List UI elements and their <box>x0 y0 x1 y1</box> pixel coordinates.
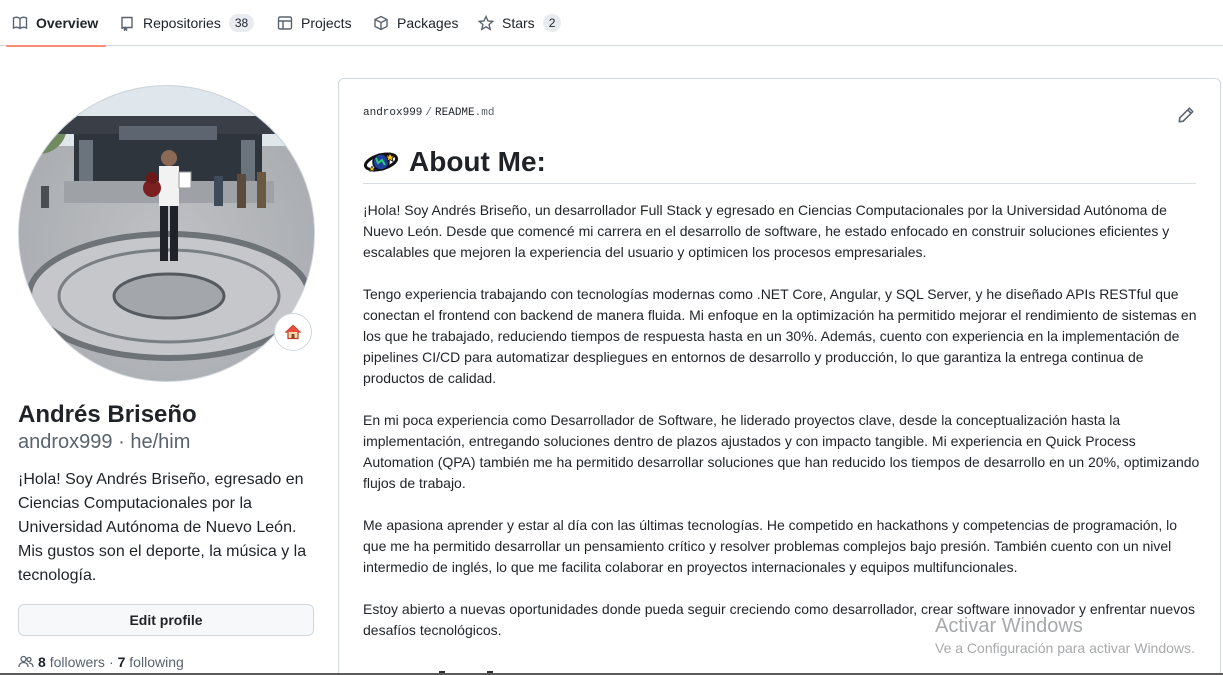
people-icon <box>18 655 34 668</box>
profile-pronouns: he/him <box>130 431 191 453</box>
tab-stars[interactable]: Stars 2 <box>478 0 562 46</box>
readme-file-ext: .md <box>474 107 495 119</box>
tab-repositories-label: Repositories <box>143 15 221 31</box>
followers-label: followers <box>49 654 105 670</box>
table-icon <box>277 16 293 30</box>
follow-separator: · <box>108 654 114 670</box>
tab-stars-label: Stars <box>502 15 535 31</box>
readme-owner-link[interactable]: androx999 <box>363 107 422 119</box>
readme-path: androx999/README.md <box>363 107 494 119</box>
following-link[interactable]: 7 following <box>118 654 184 670</box>
tab-repositories[interactable]: Repositories 38 <box>119 0 255 46</box>
repo-icon <box>121 16 133 31</box>
path-separator: / <box>425 107 433 119</box>
repositories-count-badge: 38 <box>228 14 255 32</box>
status-button[interactable] <box>274 313 312 351</box>
readme-filename[interactable]: README <box>435 107 475 119</box>
star-icon <box>478 15 494 31</box>
readme-paragraph: Estoy abierto a nuevas oportunidades don… <box>363 601 1195 638</box>
profile-username-line: androx999 · he/him <box>18 430 190 454</box>
profile-fullname: Andrés Briseño <box>18 401 197 428</box>
readme-card: androx999/README.md About Me: ¡Hola! Soy… <box>338 78 1221 675</box>
readme-heading: About Me: <box>363 141 1196 184</box>
edit-profile-button[interactable]: Edit profile <box>18 604 314 636</box>
book-icon <box>12 16 28 30</box>
house-emoji-icon <box>285 324 301 340</box>
following-count: 7 <box>117 654 126 670</box>
followers-link[interactable]: 8 followers <box>38 654 105 670</box>
readme-paragraph: Me apasiona aprender y estar al día con … <box>363 517 1178 575</box>
tab-projects[interactable]: Projects <box>277 0 352 46</box>
profile-bio: ¡Hola! Soy Andrés Briseño, egresado en C… <box>18 471 307 584</box>
readme-paragraph: En mi poca experiencia como Desarrollado… <box>363 412 1200 491</box>
readme-body: ¡Hola! Soy Andrés Briseño, un desarrolla… <box>363 200 1203 662</box>
readme-paragraph: ¡Hola! Soy Andrés Briseño, un desarrolla… <box>363 202 1170 260</box>
tab-packages[interactable]: Packages <box>373 0 458 46</box>
tab-projects-label: Projects <box>301 15 352 31</box>
follow-stats: 8 followers · 7 following <box>18 654 184 670</box>
tab-overview[interactable]: Overview <box>5 0 107 47</box>
username-separator: · <box>118 431 125 453</box>
followers-count: 8 <box>38 654 46 670</box>
pencil-icon[interactable] <box>1177 106 1195 124</box>
readme-paragraph: Tengo experiencia trabajando con tecnolo… <box>363 286 1197 386</box>
profile-tab-nav: Overview Repositories 38 Projects Packag… <box>0 0 1223 47</box>
tab-overview-label: Overview <box>36 15 99 31</box>
readme-heading-text: About Me: <box>409 146 546 177</box>
avatar-photo <box>19 86 314 381</box>
stars-count-badge: 2 <box>542 14 562 32</box>
package-icon <box>374 15 388 31</box>
avatar[interactable] <box>18 85 315 382</box>
profile-username: androx999 <box>18 431 113 453</box>
tab-packages-label: Packages <box>397 15 459 31</box>
planet-emoji-icon <box>363 152 399 173</box>
following-label: following <box>129 654 184 670</box>
